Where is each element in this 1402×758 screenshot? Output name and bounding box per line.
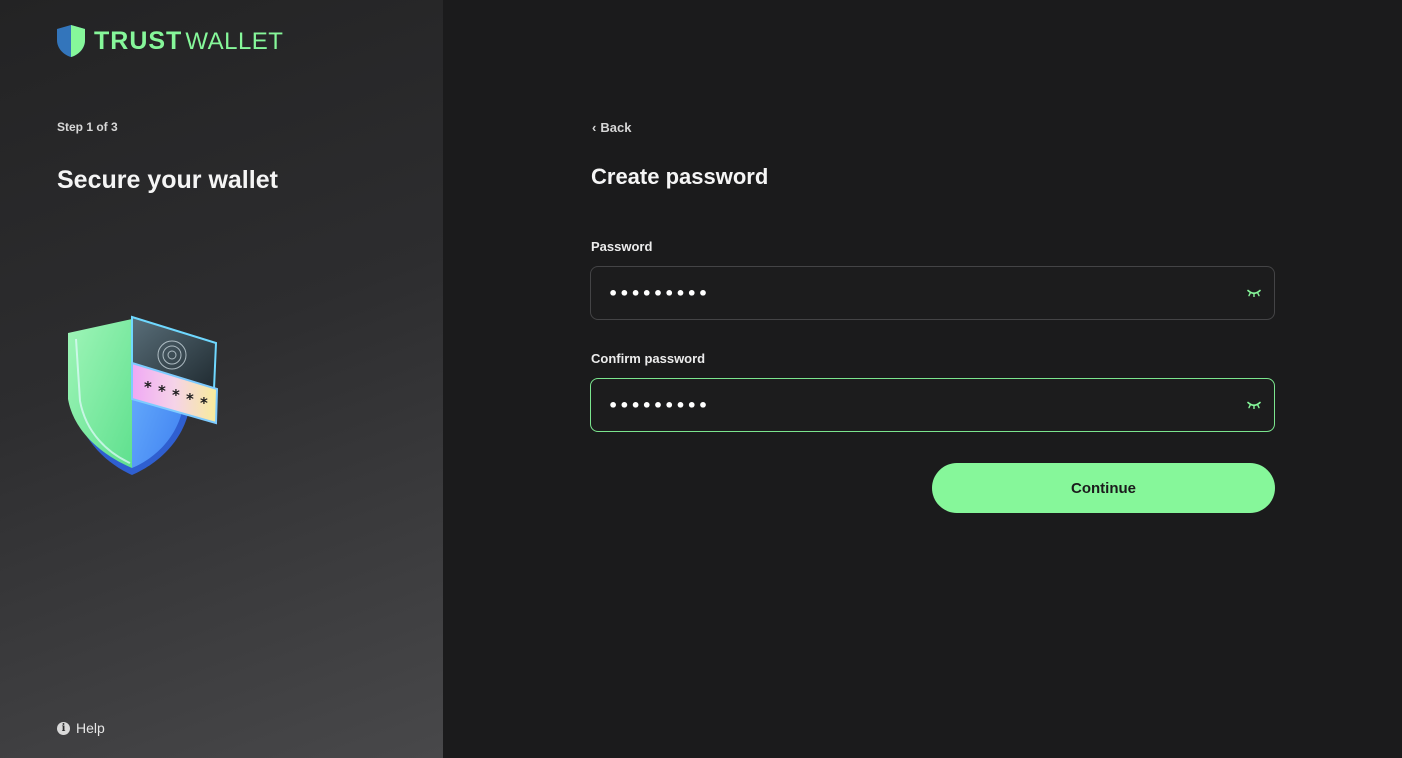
shield-password-illustration: * * * * *	[68, 315, 219, 475]
brand-logo: TRUST WALLET	[56, 24, 283, 58]
page-title: Create password	[591, 164, 769, 189]
app-window: TRUST WALLET Step 1 of 3 Secure your wal…	[0, 0, 1402, 758]
confirm-password-field	[590, 378, 1275, 432]
brand-name: TRUST WALLET	[94, 27, 283, 56]
password-input[interactable]	[591, 267, 1234, 319]
shield-logo-icon	[57, 25, 85, 57]
brand-name-light: WALLET	[185, 27, 284, 55]
step-indicator: Step 1 of 3	[57, 120, 118, 134]
password-label: Password	[591, 239, 653, 254]
svg-text:*: *	[144, 378, 152, 396]
chevron-left-icon: ‹	[592, 120, 597, 135]
svg-text:*: *	[186, 390, 194, 408]
confirm-password-label: Confirm password	[591, 351, 706, 366]
help-label: Help	[76, 720, 105, 736]
back-button[interactable]: ‹ Back	[592, 120, 631, 135]
brand-name-bold: TRUST	[94, 26, 183, 55]
confirm-password-input[interactable]	[591, 379, 1234, 431]
help-link[interactable]: i Help	[57, 720, 105, 736]
svg-text:*: *	[200, 394, 208, 412]
svg-text:*: *	[158, 382, 166, 400]
password-field	[590, 266, 1275, 320]
svg-text:*: *	[172, 386, 180, 404]
sidebar-title: Secure your wallet	[57, 166, 278, 194]
info-icon: i	[57, 721, 70, 735]
eye-closed-icon[interactable]	[1234, 267, 1274, 319]
sidebar-panel: TRUST WALLET Step 1 of 3 Secure your wal…	[0, 0, 443, 758]
back-label: Back	[600, 120, 632, 135]
continue-button[interactable]: Continue	[932, 463, 1275, 513]
eye-closed-icon[interactable]	[1234, 379, 1274, 431]
